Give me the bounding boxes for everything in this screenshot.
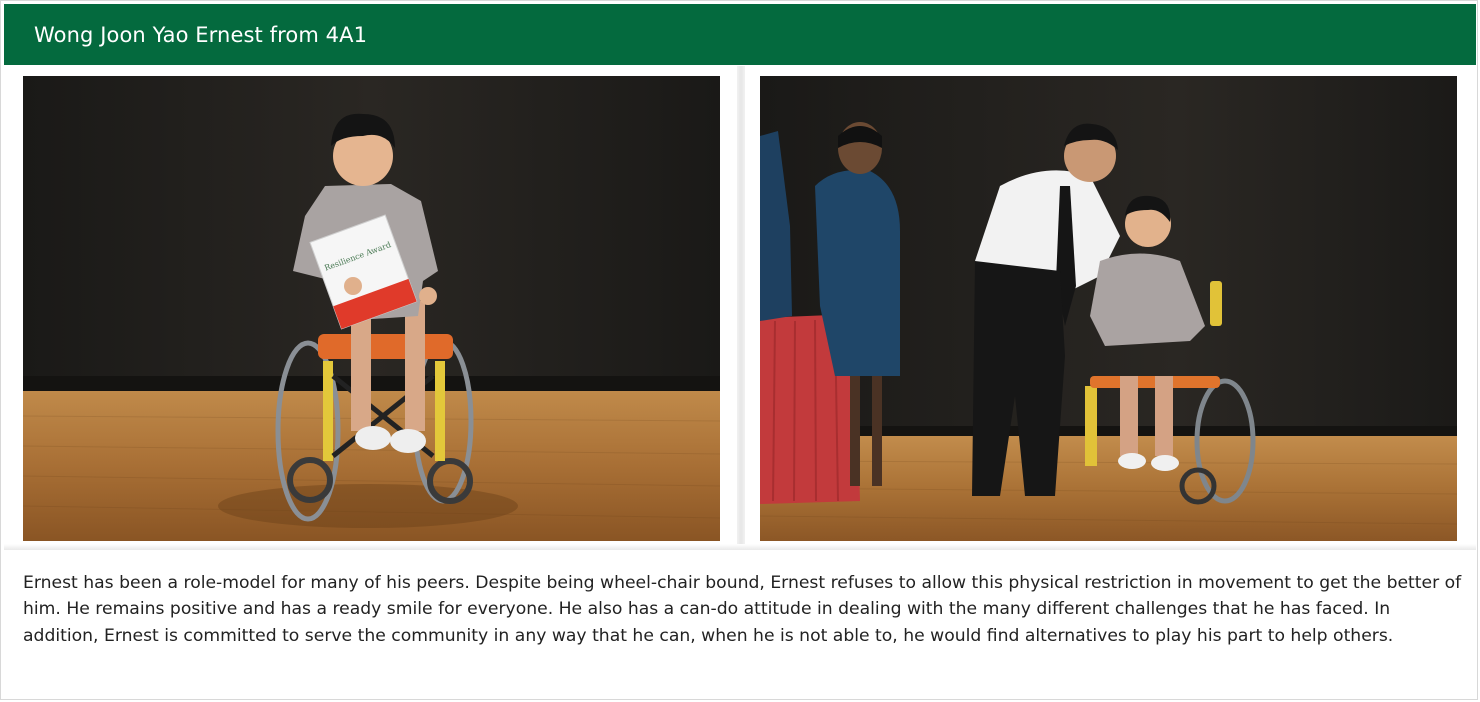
photo-award-presentation-image <box>760 76 1457 541</box>
photo-gallery: Resilience Award <box>4 66 1476 550</box>
profile-card: Wong Joon Yao Ernest from 4A1 Resilience… <box>0 0 1478 700</box>
gallery-bottom-shadow <box>4 544 1476 550</box>
student-description: Ernest has been a role-model for many of… <box>23 573 1462 646</box>
gallery-divider <box>737 66 745 550</box>
page-title: Wong Joon Yao Ernest from 4A1 <box>34 23 368 47</box>
photo-award-student[interactable]: Resilience Award <box>23 76 720 541</box>
header-bar: Wong Joon Yao Ernest from 4A1 <box>4 4 1476 65</box>
photo-award-presentation[interactable] <box>760 76 1457 541</box>
photo-award-student-image: Resilience Award <box>23 76 720 541</box>
